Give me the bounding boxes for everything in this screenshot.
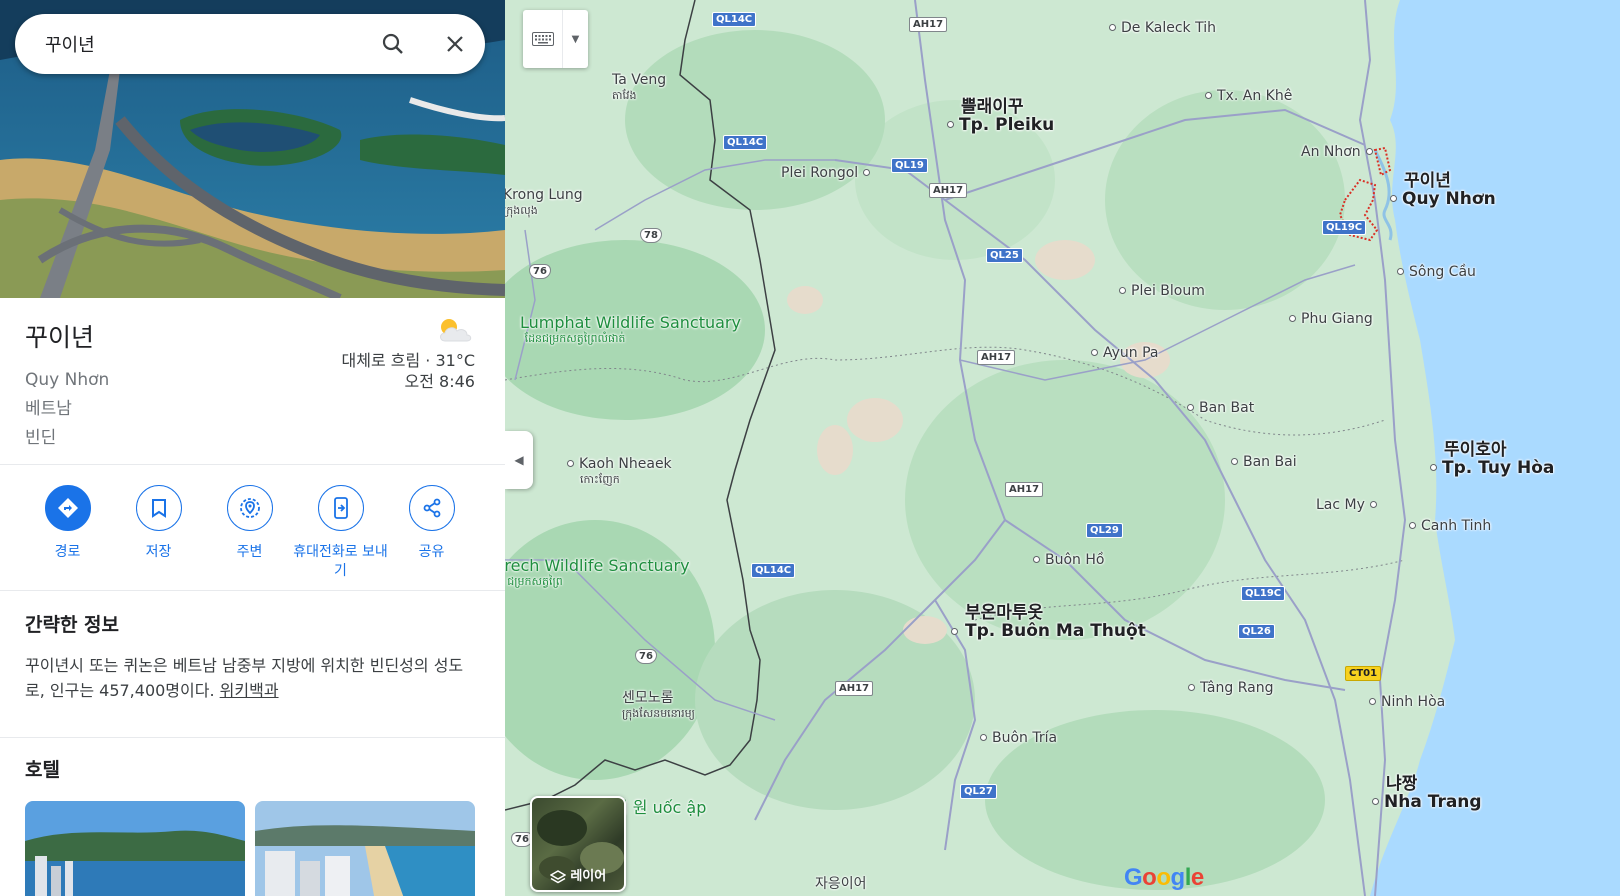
road-shield: 78	[640, 228, 662, 243]
bookmark-icon	[135, 485, 182, 531]
road-shield: QL25	[986, 248, 1023, 263]
nearby-button[interactable]: 주변	[204, 485, 295, 581]
map-label-city: Ban Bai	[1231, 454, 1297, 470]
wikipedia-link[interactable]: 위키백과	[220, 681, 279, 700]
map-label-city: Ninh Hòa	[1369, 694, 1445, 710]
save-label: 저장	[145, 544, 172, 560]
layers-icon	[549, 869, 571, 884]
map-label-city: Tx. An Khê	[1205, 88, 1292, 104]
layers-label: 레이어	[532, 865, 624, 884]
layers-button[interactable]: 레이어	[530, 796, 626, 892]
map-label-city: Ban Bat	[1187, 400, 1254, 416]
road-shield: QL19C	[1241, 586, 1286, 601]
send-to-phone-label: 휴대전화로 보내기	[293, 544, 388, 579]
map-label-ta-veng: Ta Veng តាវែង	[612, 72, 667, 102]
hotel-photo[interactable]	[255, 801, 475, 896]
partly-cloudy-icon	[342, 315, 475, 348]
map-label-city: Lac My	[1316, 497, 1377, 513]
road-shield: QL14C	[723, 135, 768, 150]
directions-icon	[44, 485, 91, 531]
divider	[0, 590, 505, 591]
summary-section: 간략한 정보 꾸이년시 또는 퀴논은 베트남 남중부 지방에 위치한 빈딘성의 …	[25, 610, 480, 703]
map-label-lumphat: Lumphat Wildlife Sanctuary ដែនជម្រកសត្វព…	[520, 315, 741, 346]
map-label-city: De Kaleck Tih	[1109, 20, 1216, 36]
search-icon[interactable]	[361, 14, 425, 74]
map-canvas[interactable]: Lumphat Wildlife Sanctuary ដែនជម្រកសត្វព…	[505, 0, 1620, 896]
share-label: 공유	[418, 544, 445, 560]
road-shield: QL26	[1238, 624, 1275, 639]
weather-condition: 대체로 흐림 · 31°C	[341, 351, 475, 370]
map-label-city: An Nhơn	[1301, 144, 1373, 160]
map-label-jaeungieo: 자응이어	[815, 876, 867, 892]
search-box[interactable]: 꾸이년	[15, 14, 485, 74]
search-input[interactable]: 꾸이년	[45, 31, 361, 57]
map-label-city: Phu Giang	[1289, 311, 1373, 327]
road-shield: QL27	[960, 784, 997, 799]
keyboard-icon[interactable]	[523, 10, 563, 68]
divider	[0, 737, 505, 738]
google-logo: Google	[1124, 864, 1204, 891]
map-label-nha-trang: 냐짱 Nha Trang	[1372, 775, 1482, 811]
road-shield: QL29	[1086, 523, 1123, 538]
road-shield: QL19C	[1322, 220, 1367, 235]
map-label-prech-wildlife: Prech Wildlife Sanctuary ជម្រកសត្វព្រៃ	[505, 558, 690, 589]
place-title: 꾸이년	[25, 323, 95, 352]
map-label-tuy-hoa: 뚜이호아 Tp. Tuy Hòa	[1430, 441, 1554, 477]
hotels-title: 호텔	[25, 759, 60, 781]
place-local-name: Quy Nhơn	[25, 370, 110, 390]
weather-widget: 대체로 흐림 · 31°C 오전 8:46	[342, 315, 475, 392]
hotel-photo[interactable]	[25, 801, 245, 896]
map-label-city: Canh Tinh	[1409, 518, 1491, 534]
map-label-city: Sông Cầu	[1397, 264, 1476, 280]
road-shield: AH17	[835, 681, 874, 696]
hotels-section: 호텔	[25, 755, 475, 896]
map-label-kaoh-nheaek: Kaoh Nheaek កោះញែក	[567, 456, 672, 488]
directions-button[interactable]: 경로	[22, 485, 113, 581]
divider	[0, 464, 505, 465]
road-shield: 76	[635, 649, 657, 664]
map-label-city: Plei Bloum	[1119, 283, 1205, 299]
road-shield: QL14C	[712, 12, 757, 27]
place-header: 꾸이년 Quy Nhơn 베트남 빈딘	[25, 318, 109, 453]
share-button[interactable]: 공유	[386, 485, 477, 581]
action-bar: 경로 저장 주변 휴대전화로 보내기 공유	[0, 485, 505, 581]
map-label-senmonorom: 센모노롬 ក្រុងសែនមនោរម្យ	[622, 690, 695, 720]
road-shield: AH17	[929, 183, 968, 198]
map-label-krong-lung: Krong Lung ក្រុងលុង	[505, 187, 583, 217]
chevron-down-icon[interactable]: ▼	[563, 10, 588, 68]
map-label-pleiku: 쁠래이꾸 Tp. Pleiku	[947, 98, 1054, 134]
send-to-phone-button[interactable]: 휴대전화로 보내기	[293, 485, 388, 581]
map-label-city: Tâng Rang	[1188, 680, 1273, 696]
map-label-city: Plei Rongol	[781, 165, 871, 181]
close-icon[interactable]	[425, 14, 485, 74]
map-label-buon-ma-thuot: 부온마투옷 Tp. Buôn Ma Thuột	[951, 604, 1146, 640]
road-shield: AH17	[1005, 482, 1044, 497]
road-shield: AH17	[977, 350, 1016, 365]
send-to-phone-icon	[317, 485, 364, 531]
share-icon	[408, 485, 455, 531]
road-shield: QL19	[891, 158, 928, 173]
collapse-panel-button[interactable]: ◀	[505, 431, 533, 489]
map-label-city: Ayun Pa	[1091, 345, 1159, 361]
road-shield: CT01	[1345, 666, 1382, 681]
place-panel: 꾸이년 꾸이년 Quy Nhơn 베트남 빈딘 대체로 흐림 · 31°C 오전…	[0, 0, 505, 896]
summary-text: 꾸이년시 또는 퀴논은 베트남 남중부 지방에 위치한 빈딘성의 성도로, 인구…	[25, 656, 464, 700]
map-label-city: Buôn Tría	[980, 730, 1057, 746]
road-shield: QL14C	[751, 563, 796, 578]
summary-title: 간략한 정보	[25, 614, 120, 636]
map-label-quy-nhon: 꾸이년 Quy Nhơn	[1390, 172, 1496, 208]
road-shield: AH17	[909, 17, 948, 32]
chevron-left-icon: ◀	[514, 453, 524, 467]
map-label-city: Buôn Hồ	[1033, 552, 1104, 568]
road-shield: 76	[529, 264, 551, 279]
nearby-icon	[226, 485, 273, 531]
nearby-label: 주변	[236, 544, 263, 560]
place-province: 빈딘	[25, 428, 57, 448]
weather-time: 오전 8:46	[404, 372, 475, 391]
directions-label: 경로	[54, 544, 81, 560]
save-button[interactable]: 저장	[113, 485, 204, 581]
input-tools-button[interactable]: ▼	[523, 10, 588, 68]
place-country: 베트남	[25, 399, 72, 419]
